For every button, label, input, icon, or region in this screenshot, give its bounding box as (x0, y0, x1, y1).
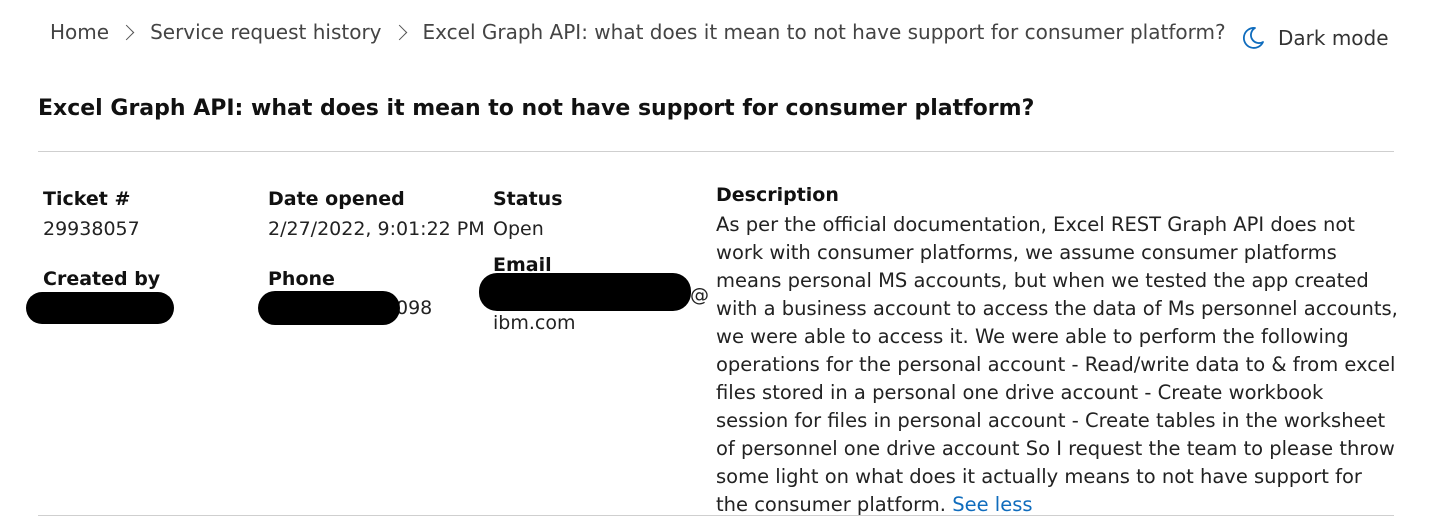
redaction-mark (479, 273, 691, 311)
email-value-suffix: @ (690, 284, 709, 306)
chevron-right-icon (118, 24, 135, 40)
email-value-domain: ibm.com (493, 312, 576, 334)
service-request-detail-page: Home Service request history Excel Graph… (0, 0, 1434, 525)
phone-label: Phone (268, 268, 335, 290)
page-title: Excel Graph API: what does it mean to no… (38, 96, 1035, 121)
description-label: Description (716, 184, 839, 206)
see-less-link[interactable]: See less (952, 493, 1032, 516)
divider (38, 515, 1394, 516)
ticket-value: 29938057 (43, 218, 140, 240)
redaction-mark (258, 291, 400, 325)
redaction-mark (26, 292, 174, 324)
breadcrumb: Home Service request history Excel Graph… (50, 20, 1226, 44)
breadcrumb-home-link[interactable]: Home (50, 20, 109, 44)
breadcrumb-current: Excel Graph API: what does it mean to no… (422, 20, 1226, 44)
created-by-label: Created by (43, 268, 161, 290)
breadcrumb-history-link[interactable]: Service request history (150, 20, 381, 44)
description-body: As per the official documentation, Excel… (716, 213, 1398, 516)
divider (38, 151, 1394, 152)
chevron-right-icon (391, 24, 407, 40)
dark-mode-toggle[interactable]: Dark mode (1240, 25, 1389, 51)
date-opened-value: 2/27/2022, 9:01:22 PM (268, 218, 485, 240)
phone-value-suffix: 098 (396, 297, 433, 319)
description-text: As per the official documentation, Excel… (716, 211, 1398, 519)
moon-icon (1240, 25, 1266, 51)
date-opened-label: Date opened (268, 188, 405, 210)
dark-mode-label: Dark mode (1278, 26, 1389, 50)
status-label: Status (493, 188, 563, 210)
status-value: Open (493, 218, 544, 240)
ticket-label: Ticket # (43, 188, 131, 210)
